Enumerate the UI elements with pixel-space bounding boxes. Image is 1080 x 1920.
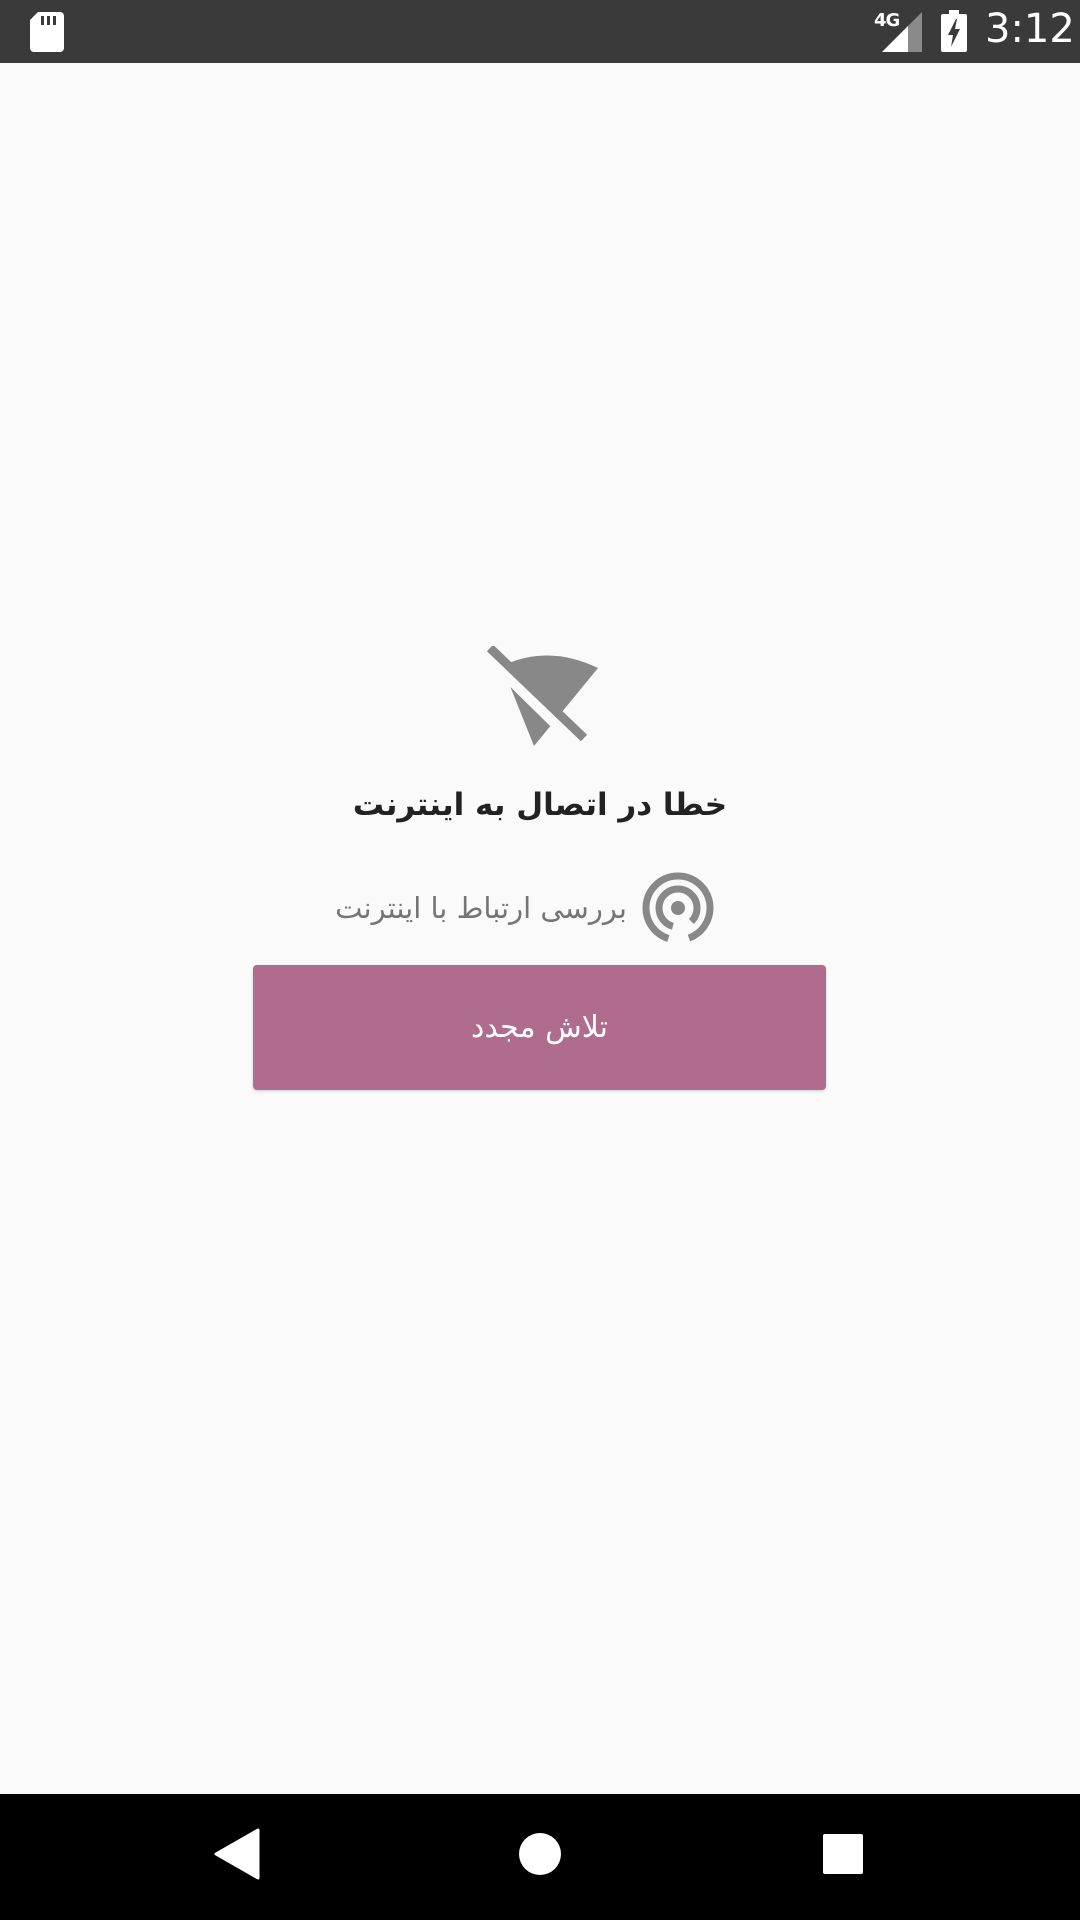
wifi-off-icon <box>478 646 598 752</box>
sd-card-icon <box>30 12 64 52</box>
back-icon[interactable] <box>214 1828 260 1880</box>
clock: 3:12 <box>985 6 1075 52</box>
error-title: خطا در اتصال به اینترنت <box>352 787 728 823</box>
signal-icon <box>882 12 922 52</box>
check-connection-label[interactable]: بررسی ارتباط با اینترنت <box>335 891 627 925</box>
recents-icon[interactable] <box>823 1834 863 1874</box>
retry-button[interactable]: تلاش مجدد <box>253 965 826 1090</box>
wireless-check-icon[interactable] <box>641 871 715 945</box>
check-connection-row[interactable]: بررسی ارتباط با اینترنت <box>300 868 750 948</box>
navigation-bar <box>0 1794 1080 1920</box>
home-icon[interactable] <box>518 1832 562 1876</box>
battery-charging-icon <box>941 10 967 52</box>
status-bar: 4G 3:12 <box>0 0 1080 63</box>
